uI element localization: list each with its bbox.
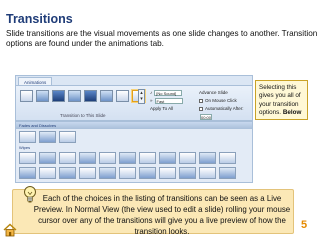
transition-thumb[interactable] — [52, 90, 65, 102]
transition-thumb[interactable] — [36, 90, 49, 102]
ribbon-screenshot: Animations ▴ ▾ Transition to This Slide ♪… — [15, 75, 253, 121]
pane-transition-thumb[interactable] — [59, 152, 76, 164]
callout-box: Selecting this gives you all of your tra… — [255, 80, 308, 120]
pane-transition-thumb[interactable] — [199, 167, 216, 179]
pane-subheader: Wipes — [19, 145, 31, 150]
pane-transition-thumb[interactable] — [39, 152, 56, 164]
transition-gallery — [20, 90, 145, 102]
pane-transition-thumb[interactable] — [139, 152, 156, 164]
lightbulb-icon — [24, 186, 36, 203]
pane-transition-thumb[interactable] — [99, 167, 116, 179]
pane-transition-thumb[interactable] — [139, 167, 156, 179]
mouse-click-label: On Mouse Click — [205, 98, 237, 103]
pane-transition-thumb[interactable] — [199, 152, 216, 164]
slide-body: Slide transitions are the visual movemen… — [6, 29, 318, 48]
pane-transition-thumb[interactable] — [179, 152, 196, 164]
pane-transition-thumb[interactable] — [179, 167, 196, 179]
gallery-more-button[interactable]: ▴ ▾ — [138, 89, 145, 104]
transitions-pane: Fades and Dissolves Wipes — [15, 121, 253, 183]
time-input[interactable]: 00:00 — [200, 113, 212, 120]
transition-thumb[interactable] — [68, 90, 81, 102]
speed-icon: » — [150, 98, 153, 103]
pane-transition-thumb[interactable] — [59, 167, 76, 179]
pane-transition-thumb[interactable] — [19, 131, 36, 143]
transition-thumb[interactable] — [84, 90, 97, 102]
pane-row — [19, 167, 236, 179]
sound-dropdown[interactable]: [No Sound] — [154, 89, 183, 96]
pane-transition-thumb[interactable] — [159, 152, 176, 164]
pane-header: Fades and Dissolves — [16, 122, 252, 129]
pane-transition-thumb[interactable] — [59, 131, 76, 143]
pane-transition-thumb[interactable] — [19, 152, 36, 164]
auto-after-checkbox[interactable] — [199, 106, 203, 111]
auto-after-label: Automatically After: — [205, 106, 244, 111]
pane-transition-thumb[interactable] — [79, 152, 96, 164]
pane-row — [19, 131, 76, 143]
tip-text: Each of the choices in the listing of tr… — [33, 194, 291, 236]
speed-dropdown[interactable]: Fast — [154, 97, 183, 104]
pane-transition-thumb[interactable] — [39, 131, 56, 143]
callout-emphasis: Below — [282, 109, 302, 117]
apply-all-button[interactable]: Apply To All — [150, 106, 173, 111]
pane-transition-thumb[interactable] — [39, 167, 56, 179]
slide: Transitions Slide transitions are the vi… — [0, 0, 320, 240]
slide-title: Transitions — [6, 12, 73, 26]
tip-box: Each of the choices in the listing of tr… — [12, 189, 294, 236]
pane-row — [19, 152, 236, 164]
page-number: 5 — [301, 219, 308, 231]
pane-transition-thumb[interactable] — [119, 167, 136, 179]
pane-transition-thumb[interactable] — [159, 167, 176, 179]
transition-thumb[interactable] — [116, 90, 129, 102]
pane-transition-thumb[interactable] — [219, 152, 236, 164]
pane-transition-thumb[interactable] — [219, 167, 236, 179]
pane-transition-thumb[interactable] — [99, 152, 116, 164]
ribbon: ▴ ▾ Transition to This Slide ♪ [No Sound] … — [16, 85, 252, 120]
transition-thumb[interactable] — [100, 90, 113, 102]
home-icon[interactable] — [3, 223, 17, 237]
mouse-click-checkbox[interactable] — [199, 98, 203, 103]
advance-options: Advance Slide On Mouse Click Automatical… — [199, 89, 252, 120]
pane-transition-thumb[interactable] — [79, 167, 96, 179]
advance-label: Advance Slide — [199, 90, 228, 95]
pane-transition-thumb[interactable] — [19, 167, 36, 179]
ribbon-group-label: Transition to This Slide — [60, 113, 106, 118]
pane-transition-thumb[interactable] — [119, 152, 136, 164]
transition-thumb[interactable] — [20, 90, 33, 102]
transition-options: ♪ [No Sound] » Fast Apply To All — [150, 89, 183, 113]
sound-label: ♪ — [150, 90, 153, 95]
